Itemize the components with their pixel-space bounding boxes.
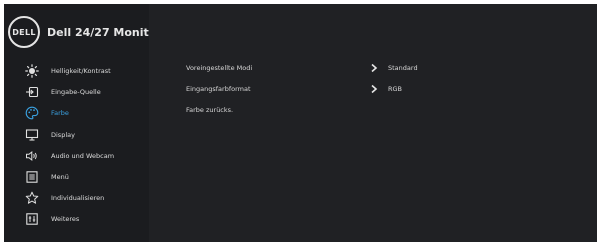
row-reset-color[interactable]: Farbe zurücks. xyxy=(186,103,586,117)
sidebar: DELL Dell 24/27 Monitor Helligkeit/Kontr… xyxy=(4,4,162,242)
row-label: Voreingestellte Modi xyxy=(186,64,253,72)
monitor-title: Dell 24/27 Monitor xyxy=(47,25,162,39)
row-label: Eingangsfarbformat xyxy=(186,85,251,93)
chevron-right-icon xyxy=(371,63,378,73)
others-icon xyxy=(25,212,39,226)
main-panel: Voreingestellte Modi Standard Eingangsfa… xyxy=(149,4,597,242)
osd-header: DELL Dell 24/27 Monitor xyxy=(8,16,162,48)
sidebar-item-input-source[interactable]: Eingabe-Quelle xyxy=(4,81,149,102)
sidebar-item-menu[interactable]: Menü xyxy=(4,166,149,187)
row-value: Standard xyxy=(388,64,418,72)
sidebar-item-personalize[interactable]: Individualisieren xyxy=(4,187,149,208)
sidebar-item-label: Audio und Webcam xyxy=(51,151,115,160)
monitor-osd: DELL Dell 24/27 Monitor Helligkeit/Kontr… xyxy=(4,4,597,242)
sidebar-item-display[interactable]: Display xyxy=(4,124,149,145)
speaker-icon xyxy=(25,149,39,163)
sidebar-item-brightness-contrast[interactable]: Helligkeit/Kontrast xyxy=(4,60,149,81)
sidebar-item-label: Helligkeit/Kontrast xyxy=(51,66,111,75)
sidebar-item-color[interactable]: Farbe xyxy=(4,102,149,123)
row-input-color-format[interactable]: Eingangsfarbformat RGB xyxy=(186,82,586,96)
sidebar-item-audio-webcam[interactable]: Audio und Webcam xyxy=(4,145,149,166)
dell-logo: DELL xyxy=(8,16,40,48)
input-source-icon xyxy=(25,85,39,99)
sidebar-item-label: Eingabe-Quelle xyxy=(51,87,101,96)
sidebar-item-label: Individualisieren xyxy=(51,193,105,202)
sidebar-item-label: Display xyxy=(51,130,75,139)
chevron-right-icon xyxy=(371,84,378,94)
brightness-icon xyxy=(25,63,39,78)
display-icon xyxy=(25,128,39,142)
menu-icon xyxy=(25,170,39,184)
row-value: RGB xyxy=(388,85,403,93)
sidebar-item-label: Menü xyxy=(51,172,69,181)
row-label: Farbe zurücks. xyxy=(186,106,234,114)
sidebar-item-label: Farbe xyxy=(51,108,69,117)
row-preset-modes[interactable]: Voreingestellte Modi Standard xyxy=(186,61,586,75)
star-icon xyxy=(25,191,39,205)
sidebar-item-others[interactable]: Weiteres xyxy=(4,208,149,229)
sidebar-item-label: Weiteres xyxy=(51,214,80,223)
color-palette-icon xyxy=(25,106,39,120)
